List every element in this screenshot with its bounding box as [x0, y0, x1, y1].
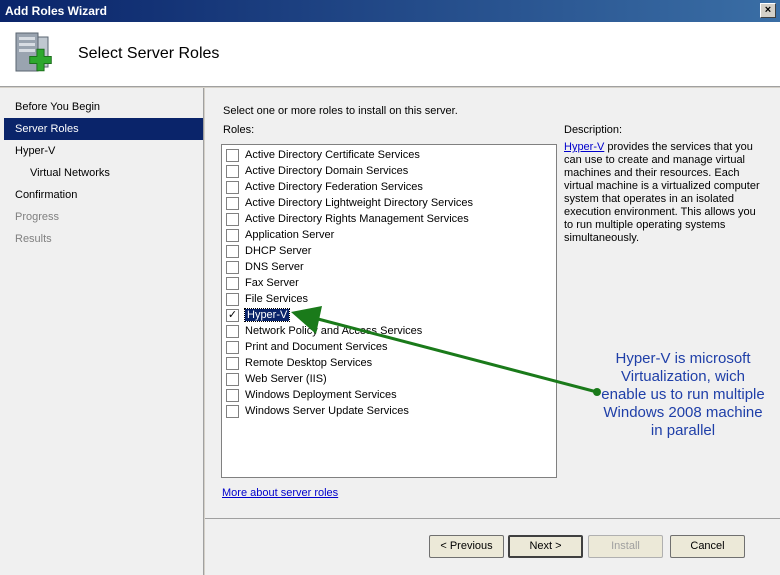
role-item[interactable]: DHCP Server [226, 243, 311, 259]
role-item[interactable]: Web Server (IIS) [226, 371, 327, 387]
role-item[interactable]: Active Directory Federation Services [226, 179, 423, 195]
install-button: Install [588, 535, 663, 558]
role-item[interactable]: Application Server [226, 227, 334, 243]
close-button[interactable]: × [760, 3, 776, 18]
more-about-roles-link[interactable]: More about server roles [222, 487, 338, 499]
description-label: Description: [564, 124, 623, 136]
wizard-footer: < Previous Next > Install Cancel [205, 518, 780, 575]
nav-item-server-roles[interactable]: Server Roles [4, 118, 203, 140]
checkbox[interactable] [226, 244, 239, 258]
role-item[interactable]: Print and Document Services [226, 339, 387, 355]
role-item[interactable]: DNS Server [226, 259, 304, 275]
role-item[interactable]: Windows Deployment Services [226, 387, 397, 403]
instruction-text: Select one or more roles to install on t… [223, 105, 458, 117]
nav-item-confirmation[interactable]: Confirmation [0, 184, 203, 206]
wizard-nav: Before You Begin Server Roles Hyper-V Vi… [0, 88, 204, 575]
wizard-header: Select Server Roles [0, 22, 780, 87]
role-item[interactable]: Active Directory Certificate Services [226, 147, 420, 163]
checkbox[interactable] [226, 180, 239, 194]
role-item[interactable]: Windows Server Update Services [226, 403, 409, 419]
checkbox[interactable] [226, 196, 239, 210]
previous-button[interactable]: < Previous [429, 535, 504, 558]
nav-item-hyper-v[interactable]: Hyper-V [0, 140, 203, 162]
checkbox-checked[interactable]: ✓ [226, 308, 239, 322]
checkbox[interactable] [226, 212, 239, 226]
roles-list[interactable]: Active Directory Certificate Services Ac… [221, 144, 557, 478]
main-content: Select one or more roles to install on t… [205, 88, 780, 518]
nav-item-before-you-begin[interactable]: Before You Begin [0, 96, 203, 118]
description-text: Hyper-V provides the services that you c… [564, 141, 764, 245]
role-item[interactable]: Active Directory Domain Services [226, 163, 408, 179]
role-item[interactable]: Active Directory Rights Management Servi… [226, 211, 469, 227]
role-item[interactable]: Fax Server [226, 275, 299, 291]
checkbox[interactable] [226, 356, 239, 370]
role-item[interactable]: Active Directory Lightweight Directory S… [226, 195, 473, 211]
checkbox[interactable] [226, 228, 239, 242]
checkbox[interactable] [226, 388, 239, 402]
checkbox[interactable] [226, 340, 239, 354]
description-body: provides the services that you can use t… [564, 141, 760, 244]
nav-item-virtual-networks[interactable]: Virtual Networks [0, 162, 203, 184]
checkbox[interactable] [226, 292, 239, 306]
role-item[interactable]: Remote Desktop Services [226, 355, 372, 371]
checkbox[interactable] [226, 148, 239, 162]
title-bar: Add Roles Wizard × [0, 0, 780, 22]
server-add-icon [15, 32, 52, 72]
checkbox[interactable] [226, 404, 239, 418]
roles-label: Roles: [223, 124, 255, 136]
role-item[interactable]: File Services [226, 291, 308, 307]
checkbox[interactable] [226, 372, 239, 386]
window-title: Add Roles Wizard [5, 4, 107, 18]
checkbox[interactable] [226, 260, 239, 274]
nav-item-results: Results [15, 233, 52, 245]
checkbox[interactable] [226, 164, 239, 178]
nav-item-progress: Progress [15, 211, 60, 223]
next-button[interactable]: Next > [508, 535, 583, 558]
role-item[interactable]: Network Policy and Access Services [226, 323, 422, 339]
description-link[interactable]: Hyper-V [564, 141, 604, 153]
checkbox[interactable] [226, 324, 239, 338]
annotation-text: Hyper-V is microsoft Virtualization, wic… [601, 350, 765, 439]
page-title: Select Server Roles [78, 45, 220, 62]
cancel-button[interactable]: Cancel [670, 535, 745, 558]
role-item-hyper-v[interactable]: ✓ Hyper-V [226, 307, 291, 323]
checkbox[interactable] [226, 276, 239, 290]
